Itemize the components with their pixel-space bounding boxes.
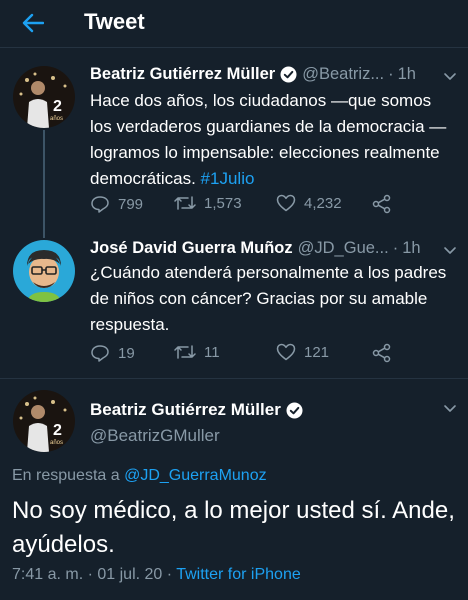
back-arrow-icon[interactable] <box>20 10 46 36</box>
chevron-down-icon[interactable] <box>442 68 458 84</box>
tweet-meta: 7:41 a. m. · 01 jul. 20 · Twitter for iP… <box>12 566 301 584</box>
thread-line <box>43 228 45 238</box>
reply-to-link[interactable]: @JD_GuerraMunoz <box>124 467 267 484</box>
verified-badge-icon <box>286 402 303 419</box>
reply-context: En respuesta a @JD_GuerraMunoz <box>12 467 267 485</box>
like-icon <box>276 194 296 212</box>
tweet-actions: 19 11 121 <box>90 343 438 367</box>
tweet-header: José David Guerra Muñoz @JD_Gue... · 1h <box>90 236 458 260</box>
hashtag-link[interactable]: #1Julio <box>201 169 255 188</box>
reply-icon <box>91 345 109 362</box>
retweet-button[interactable]: 11 <box>174 343 220 361</box>
tweet-text: ¿Cuándo atenderá personalmente a los pad… <box>90 263 447 334</box>
avatar[interactable]: 2 años <box>13 66 75 128</box>
like-count: 121 <box>304 343 330 361</box>
svg-text:2: 2 <box>53 98 62 115</box>
tweet-2[interactable]: José David Guerra Muñoz @JD_Gue... · 1h … <box>0 228 468 378</box>
timestamp[interactable]: 7:41 a. m. · 01 jul. 20 · <box>12 566 176 583</box>
tweet-actions: 799 1,573 4,232 <box>90 194 438 218</box>
reply-count: 19 <box>118 344 135 362</box>
retweet-icon <box>174 196 196 210</box>
reply-icon <box>91 196 109 213</box>
tweet-body: Hace dos años, los ciudadanos —que somos… <box>90 91 447 188</box>
svg-text:2: 2 <box>53 422 62 439</box>
author-name[interactable]: José David Guerra Muñoz <box>90 239 293 258</box>
verified-badge-icon <box>280 66 297 83</box>
tweet-text: Hace dos años, los ciudadanos —que somos… <box>90 88 454 192</box>
share-button[interactable] <box>372 194 400 214</box>
dot-separator: · <box>392 238 399 257</box>
retweet-count: 11 <box>204 343 220 361</box>
retweet-button[interactable]: 1,573 <box>174 194 242 212</box>
avatar[interactable]: 2 años <box>13 390 75 452</box>
top-bar: Tweet <box>0 0 468 48</box>
focused-tweet-text: No soy médico, a lo mejor usted sí. Ande… <box>12 497 455 558</box>
author-name[interactable]: Beatriz Gutiérrez Müller <box>90 65 275 84</box>
page-title: Tweet <box>84 9 145 34</box>
tweet-1[interactable]: 2 años Beatriz Gutiérrez Müller @Beatriz… <box>0 48 468 230</box>
reply-button[interactable]: 19 <box>90 343 135 363</box>
like-button[interactable]: 121 <box>276 343 329 361</box>
dot-separator: · <box>388 64 394 83</box>
source-link[interactable]: Twitter for iPhone <box>176 566 301 583</box>
focused-author: Beatriz Gutiérrez Müller <box>90 400 308 420</box>
like-button[interactable]: 4,232 <box>276 194 342 212</box>
chevron-down-icon[interactable] <box>442 242 458 258</box>
share-button[interactable] <box>372 343 400 363</box>
author-handle[interactable]: @BeatrizGMuller <box>90 426 220 446</box>
divider <box>0 378 468 379</box>
reply-prefix: En respuesta a <box>12 467 125 484</box>
retweet-icon <box>174 345 196 359</box>
thread-line <box>43 130 45 230</box>
svg-text:años: años <box>50 116 63 122</box>
tweet-header: Beatriz Gutiérrez Müller @Beatriz... · 1… <box>90 62 458 86</box>
retweet-count: 1,573 <box>204 194 242 212</box>
author-name[interactable]: Beatriz Gutiérrez Müller <box>90 400 281 420</box>
avatar[interactable] <box>13 240 75 302</box>
chevron-down-icon[interactable] <box>442 400 458 416</box>
author-handle[interactable]: @JD_Gue... <box>298 239 389 258</box>
svg-text:años: años <box>50 440 63 446</box>
share-icon <box>372 343 391 363</box>
share-icon <box>372 194 391 214</box>
reply-count: 799 <box>118 195 144 213</box>
like-count: 4,232 <box>304 194 342 212</box>
reply-button[interactable]: 799 <box>90 194 143 214</box>
tweet-time[interactable]: 1h <box>398 65 416 84</box>
tweet-time[interactable]: 1h <box>402 239 420 258</box>
like-icon <box>276 343 296 361</box>
author-handle[interactable]: @Beatriz... <box>302 65 384 84</box>
